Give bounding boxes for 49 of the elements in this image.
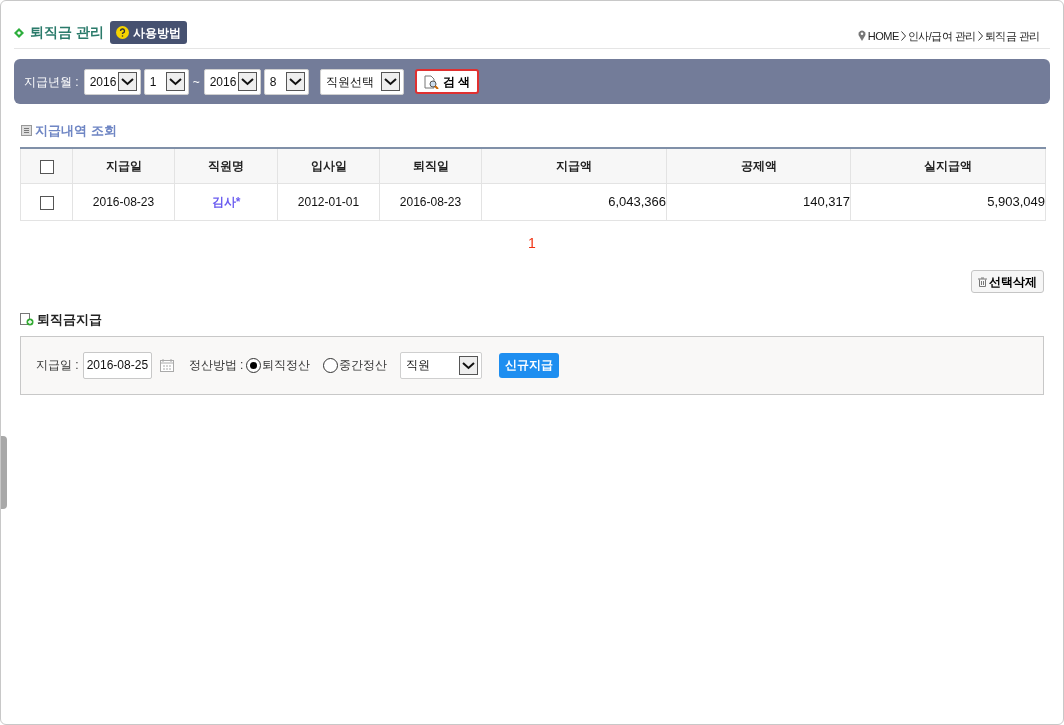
question-icon <box>115 26 129 39</box>
field-label: 정산방법 : <box>188 357 244 374</box>
search-document-icon <box>423 74 439 89</box>
column-header[interactable]: 공제액 <box>666 147 851 184</box>
checkbox[interactable] <box>39 159 54 174</box>
checkbox[interactable] <box>39 195 54 210</box>
location-pin-icon <box>857 30 866 42</box>
field-label: 지급년월 : <box>24 73 79 91</box>
field-label: 지급일 : <box>36 357 79 374</box>
chevron-right-icon <box>900 30 906 41</box>
column-header[interactable]: 지급일 <box>72 147 175 184</box>
column-header[interactable]: 직원명 <box>174 147 278 184</box>
table-cell: 2016-08-23 <box>72 183 175 221</box>
year-select[interactable]: 2016 <box>203 68 261 95</box>
employee-select[interactable]: 직원선택 <box>319 68 404 95</box>
column-header[interactable]: 지급액 <box>481 147 667 184</box>
column-header[interactable]: 입사일 <box>277 147 380 184</box>
breadcrumb-link[interactable]: HOME <box>867 27 899 44</box>
table-cell: 2016-08-23 <box>379 183 482 221</box>
month-select[interactable]: 1 <box>143 68 189 95</box>
month-select[interactable]: 8 <box>263 68 309 95</box>
range-separator: ~ <box>192 73 200 91</box>
help-button[interactable]: 사용방법 <box>109 21 187 44</box>
radio-option[interactable]: 중간정산 <box>323 356 388 374</box>
breadcrumb-link[interactable]: 퇴직금 관리 <box>984 27 1040 44</box>
section-title: 퇴직금지급 <box>37 311 102 329</box>
page-number[interactable]: 1 <box>526 233 538 253</box>
chevron-right-icon <box>977 30 983 41</box>
side-handle[interactable] <box>1 436 7 509</box>
page-title: 퇴직금 관리 <box>30 23 104 42</box>
column-header[interactable]: 실지급액 <box>850 147 1046 184</box>
trash-icon <box>978 276 987 287</box>
table-cell: 5,903,049 <box>850 183 1046 221</box>
year-select[interactable]: 2016 <box>83 68 141 95</box>
breadcrumb-link[interactable]: 인사/급여 관리 <box>907 27 976 44</box>
employee-select[interactable]: 직원 <box>400 351 483 379</box>
table-cell: 2012-01-01 <box>277 183 380 221</box>
employee-link[interactable]: 김사* <box>174 183 278 221</box>
delete-selected-button[interactable]: 선택삭제 <box>971 270 1044 293</box>
search-button[interactable]: 검 색 <box>414 69 480 94</box>
table-cell: 6,043,366 <box>481 183 667 221</box>
diamond-icon <box>14 27 24 38</box>
date-field[interactable]: 2016-08-25 <box>82 351 152 379</box>
document-add-icon <box>20 313 34 327</box>
list-icon <box>21 125 32 137</box>
table-cell: 140,317 <box>666 183 851 221</box>
radio-option[interactable]: 퇴직정산 <box>246 356 311 374</box>
column-header[interactable]: 퇴직일 <box>379 147 482 184</box>
section-title: 지급내역 조회 <box>35 122 117 140</box>
